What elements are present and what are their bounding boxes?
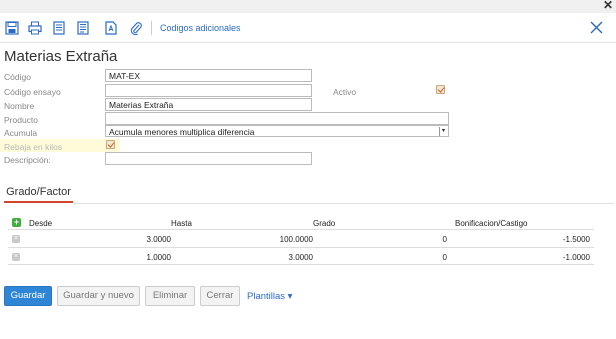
delete-row-icon[interactable]: × (12, 235, 20, 243)
plantillas-dropdown[interactable]: Plantillas ▾ (247, 291, 292, 302)
codigo-ensayo-label: Código ensayo (4, 87, 61, 97)
producto-field[interactable] (105, 112, 449, 125)
acumula-select[interactable]: Acumula menores multiplica diferencia ▾ (105, 125, 449, 137)
text-document-icon[interactable] (104, 21, 118, 35)
add-row-icon[interactable]: + (12, 218, 21, 227)
nombre-field[interactable]: Materias Extraña (105, 98, 312, 111)
save-icon[interactable] (5, 21, 19, 35)
attachment-icon[interactable] (129, 21, 143, 35)
close-icon[interactable] (589, 20, 604, 35)
descripcion-label: Descripción: (4, 155, 51, 165)
activo-checkbox[interactable] (436, 85, 445, 94)
cell-bonificacion[interactable]: -1.0000 (563, 253, 590, 262)
chevron-down-icon: ▾ (287, 291, 293, 302)
cell-hasta[interactable]: 3.0000 (289, 253, 313, 262)
rebaja-label: Rebaja en kilos (4, 142, 63, 152)
descripcion-field[interactable] (105, 152, 312, 165)
codigo-ensayo-field[interactable] (105, 84, 312, 97)
header-hasta: Hasta (171, 219, 192, 228)
document-icon[interactable] (52, 21, 66, 35)
guardar-y-nuevo-button[interactable]: Guardar y nuevo (57, 286, 140, 306)
print-icon[interactable] (28, 21, 42, 35)
activo-label: Activo (333, 87, 357, 97)
cell-bonificacion[interactable]: -1.5000 (563, 235, 590, 244)
guardar-button[interactable]: Guardar (4, 286, 52, 306)
toolbar: Codigos adicionales (0, 13, 616, 43)
header-bonificacion: Bonificacion/Castigo (455, 219, 528, 228)
codigo-label: Código (4, 72, 31, 82)
toolbar-separator (151, 21, 152, 35)
rebaja-checkbox[interactable] (106, 140, 115, 149)
table-row: × 1.0000 3.0000 0 -1.0000 (8, 247, 594, 265)
cell-grado[interactable]: 0 (443, 253, 447, 262)
delete-row-icon[interactable]: × (12, 253, 20, 261)
cell-desde[interactable]: 1.0000 (147, 253, 171, 262)
codigo-field[interactable]: MAT-EX (105, 69, 312, 82)
tab-grado-factor[interactable]: Grado/Factor (4, 183, 73, 203)
header-grado: Grado (313, 219, 336, 228)
cerrar-button[interactable]: Cerrar (200, 286, 240, 306)
nombre-label: Nombre (4, 101, 35, 111)
eliminar-button[interactable]: Eliminar (145, 286, 195, 306)
table-row: × 3.0000 100.0000 0 -1.5000 (8, 229, 594, 247)
document-list-icon[interactable] (76, 21, 90, 35)
cell-desde[interactable]: 3.0000 (147, 235, 171, 244)
chevron-down-icon[interactable]: ▾ (439, 127, 447, 136)
cell-grado[interactable]: 0 (443, 235, 447, 244)
acumula-value: Acumula menores multiplica diferencia (109, 127, 255, 137)
page-title: Materias Extraña (4, 48, 118, 65)
window-close-icon[interactable]: ✕ (603, 0, 613, 12)
codigos-adicionales-link[interactable]: Codigos adicionales (160, 23, 241, 33)
window-titlebar: ✕ (0, 0, 616, 13)
plantillas-label: Plantillas (247, 291, 286, 302)
header-desde: Desde (29, 219, 53, 228)
acumula-label: Acumula (4, 128, 38, 138)
tab-divider (73, 203, 614, 204)
cell-hasta[interactable]: 100.0000 (280, 235, 313, 244)
producto-label: Producto (4, 115, 39, 125)
